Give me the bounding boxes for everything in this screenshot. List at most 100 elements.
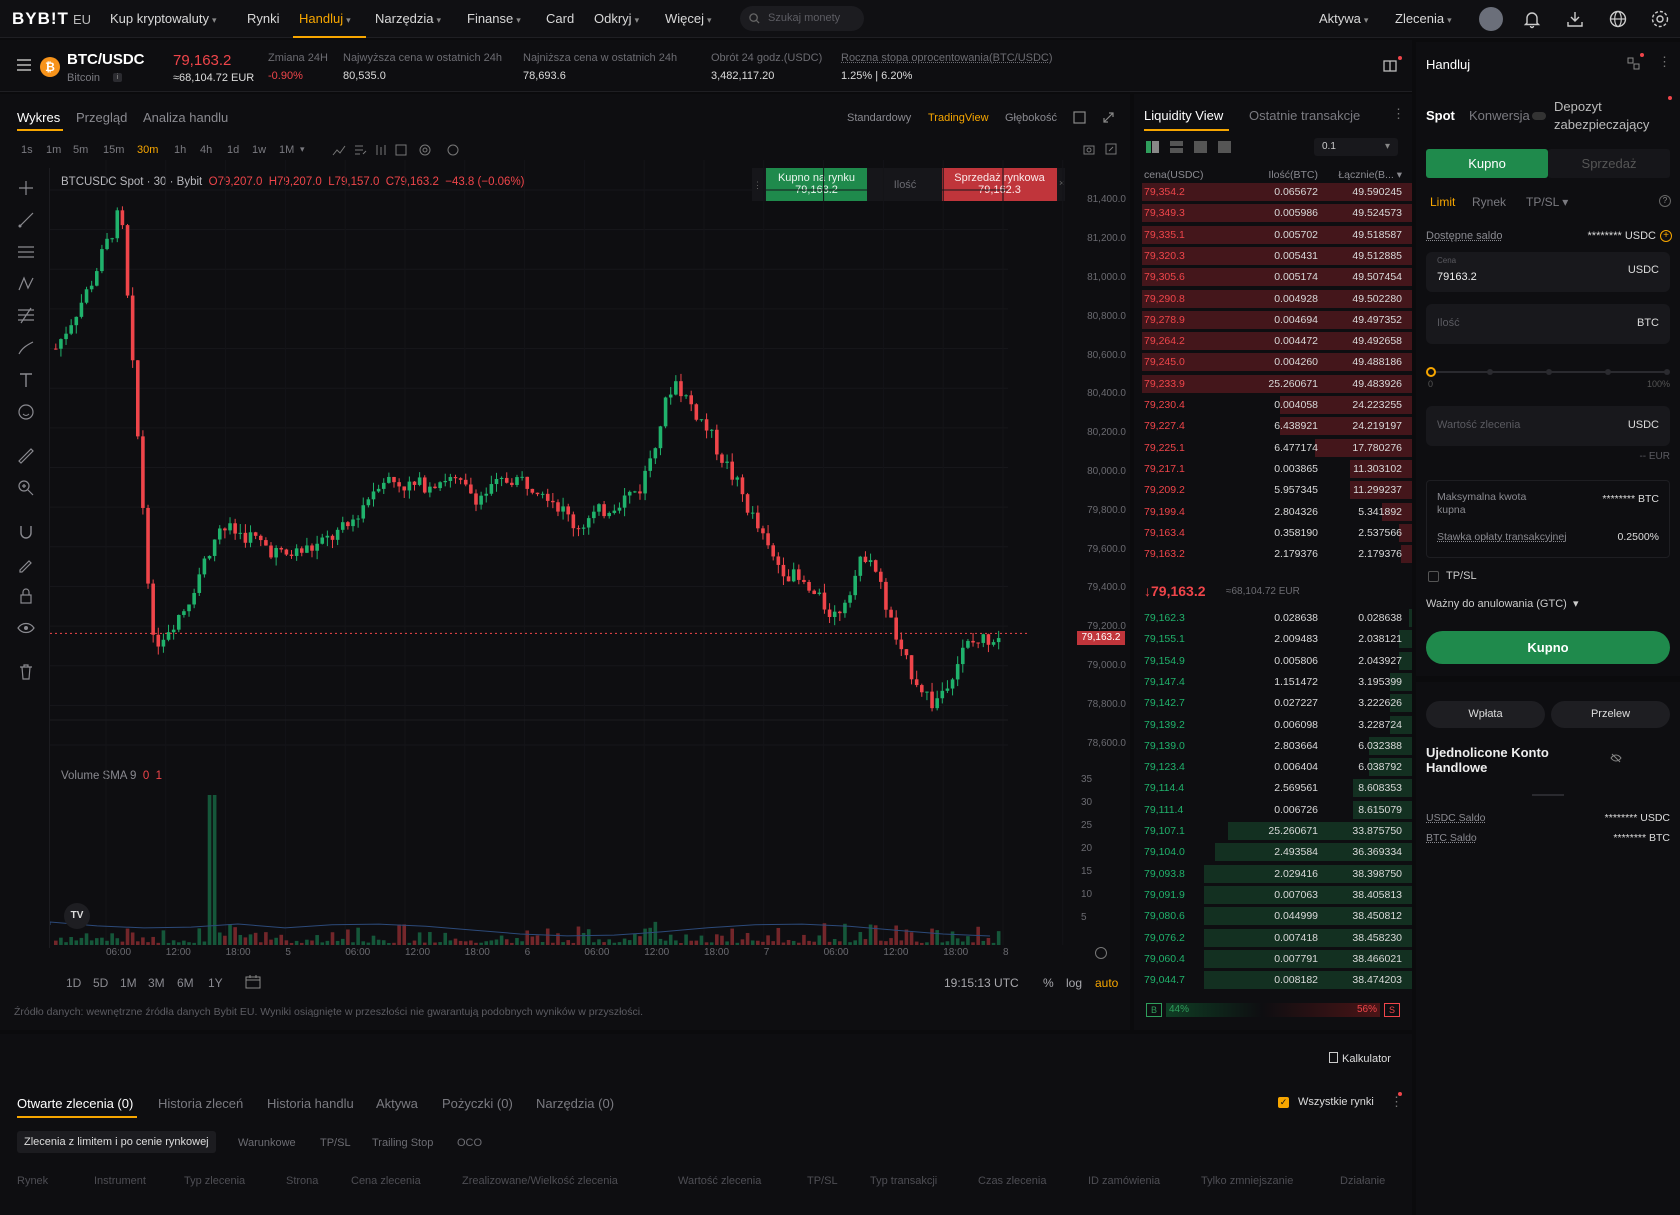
range-1m[interactable]: 1M (120, 976, 137, 990)
submit-buy-button[interactable]: Kupno (1426, 631, 1670, 664)
tpsl-checkbox[interactable] (1428, 571, 1439, 582)
quantity-input[interactable]: Ilość BTC (1426, 304, 1670, 344)
brush-icon[interactable] (16, 338, 36, 358)
timeframe-1h[interactable]: 1h (174, 144, 186, 156)
bid-row[interactable]: 79,155.1 2.009483 2.038121 (1134, 629, 1412, 649)
tab-order-history[interactable]: Historia zleceń (158, 1096, 243, 1111)
timeframe-1M[interactable]: 1M (279, 144, 294, 156)
tab-liquidity-view[interactable]: Liquidity View (1144, 108, 1223, 123)
fullscreen-icon[interactable] (1105, 143, 1117, 155)
view-tradingview[interactable]: TradingView (928, 112, 989, 124)
timeframe-4h[interactable]: 4h (200, 144, 212, 156)
nav-more[interactable]: Więcej ▾ (665, 11, 712, 26)
tab-open-orders[interactable]: Otwarte zlecenia (0) (17, 1096, 133, 1111)
bid-row[interactable]: 79,147.4 1.151472 3.195399 (1134, 672, 1412, 692)
ask-row[interactable]: 79,245.0 0.004260 49.488186 (1134, 352, 1412, 372)
view-standard[interactable]: Standardowy (847, 112, 911, 124)
bid-row[interactable]: 79,142.7 0.027227 3.222626 (1134, 693, 1412, 713)
tab-trade-analysis[interactable]: Analiza handlu (143, 110, 228, 125)
bybit-logo[interactable]: BYB!T EU (12, 9, 91, 29)
subtab-oco[interactable]: OCO (457, 1137, 482, 1149)
help-icon[interactable]: ? (1659, 195, 1671, 207)
timeframe-5m[interactable]: 5m (73, 144, 88, 156)
ask-row[interactable]: 79,278.9 0.004694 49.497352 (1134, 310, 1412, 330)
bid-row[interactable]: 79,154.9 0.005806 2.043927 (1134, 651, 1412, 671)
tab-spot[interactable]: Spot (1426, 108, 1455, 123)
conversion-toggle[interactable] (1532, 112, 1546, 120)
bid-row[interactable]: 79,044.7 0.008182 38.474203 (1134, 970, 1412, 990)
hide-balance-icon[interactable] (1610, 753, 1622, 763)
axis-settings-icon[interactable] (1095, 947, 1107, 959)
subtab-tpsl[interactable]: TP/SL (320, 1137, 351, 1149)
order-type-tpsl[interactable]: TP/SL ▾ (1526, 195, 1568, 209)
bid-row[interactable]: 79,139.0 2.803664 6.032388 (1134, 736, 1412, 756)
tab-trade-history[interactable]: Historia handlu (267, 1096, 354, 1111)
pair-name[interactable]: BTC/USDC (67, 51, 145, 68)
log-scale-toggle[interactable]: log (1066, 976, 1082, 990)
ask-row[interactable]: 79,349.3 0.005986 49.524573 (1134, 203, 1412, 223)
price-input[interactable]: Cena 79163.2 USDC (1426, 252, 1670, 292)
ask-row[interactable]: 79,199.4 2.804326 5.341892 (1134, 502, 1412, 522)
bid-row[interactable]: 79,123.4 0.006404 6.038792 (1134, 757, 1412, 777)
tab-tools[interactable]: Narzędzia (0) (536, 1096, 614, 1111)
timeframe-1d[interactable]: 1d (227, 144, 239, 156)
layout-icon[interactable] (1383, 59, 1397, 73)
chart-toolbar-icons[interactable] (332, 143, 462, 157)
order-type-limit[interactable]: Limit (1430, 195, 1455, 209)
ask-row[interactable]: 79,163.2 2.179376 2.179376 (1134, 544, 1412, 564)
ruler-icon[interactable] (16, 446, 36, 466)
lock-icon[interactable] (16, 586, 36, 606)
fibonacci-icon[interactable] (16, 306, 36, 326)
time-in-force-select[interactable]: Ważny do anulowania (GTC) ▾ (1426, 597, 1578, 610)
bid-row[interactable]: 79,162.3 0.028638 0.028638 (1134, 608, 1412, 628)
calendar-range-icon[interactable] (245, 975, 261, 989)
settings-icon[interactable] (1650, 9, 1670, 29)
nav-discover[interactable]: Odkryj ▾ (594, 11, 639, 26)
quantity-slider[interactable]: 0 100% (1426, 367, 1670, 393)
ask-row[interactable]: 79,290.8 0.004928 49.502280 (1134, 289, 1412, 309)
apr-label[interactable]: Roczna stopa oprocentowania(BTC/USDC) (841, 52, 1053, 64)
subtab-conditional[interactable]: Warunkowe (238, 1137, 296, 1149)
deposit-button[interactable]: Wpłata (1426, 701, 1545, 728)
order-value-input[interactable]: Wartość zlecenia USDC (1426, 406, 1670, 446)
ask-row[interactable]: 79,230.4 0.004058 24.223255 (1134, 395, 1412, 415)
crosshair-icon[interactable] (16, 178, 36, 198)
tab-loans[interactable]: Pożyczki (0) (442, 1096, 513, 1111)
globe-icon[interactable] (1608, 9, 1628, 29)
nav-buy-crypto[interactable]: Kup kryptowaluty ▾ (110, 11, 217, 26)
more-icon[interactable]: ⋮ (1658, 54, 1671, 70)
trash-icon[interactable] (16, 662, 36, 682)
search-input[interactable]: Szukaj monety (740, 6, 864, 31)
ask-row[interactable]: 79,225.1 6.477174 17.780276 (1134, 438, 1412, 458)
ask-row[interactable]: 79,305.6 0.005174 49.507454 (1134, 267, 1412, 287)
horizontal-lines-icon[interactable] (16, 242, 36, 262)
menu-icon[interactable] (17, 59, 31, 71)
timeframe-30m[interactable]: 30m (137, 144, 158, 156)
range-3m[interactable]: 3M (148, 976, 165, 990)
subtab-trailing-stop[interactable]: Trailing Stop (372, 1137, 433, 1149)
side-sell-button[interactable]: Sprzedaż (1548, 149, 1670, 178)
expand-icon[interactable] (1102, 111, 1115, 124)
add-funds-icon[interactable]: + (1660, 230, 1672, 242)
pattern-icon[interactable] (16, 274, 36, 294)
timeframe-1s[interactable]: 1s (21, 144, 33, 156)
tab-assets[interactable]: Aktywa (376, 1096, 418, 1111)
bid-row[interactable]: 79,060.4 0.007791 38.466021 (1134, 949, 1412, 969)
nav-finance[interactable]: Finanse ▾ (467, 11, 521, 26)
camera-icon[interactable] (1083, 143, 1095, 155)
slider-handle[interactable] (1426, 367, 1436, 377)
info-icon[interactable]: i (113, 73, 122, 82)
window-icon[interactable] (1073, 111, 1086, 124)
avatar[interactable] (1479, 7, 1503, 31)
nav-trade[interactable]: Handluj ▾ (299, 11, 351, 26)
all-markets-checkbox[interactable]: ✓ (1278, 1097, 1289, 1108)
tab-conversion[interactable]: Konwersja (1469, 108, 1530, 123)
range-5d[interactable]: 5D (93, 976, 108, 990)
timeframe-dropdown-icon[interactable]: ▾ (300, 144, 305, 155)
fee-rate-label[interactable]: Stawka opłaty transakcyjnej (1437, 531, 1567, 543)
trade-layout-icon[interactable] (1627, 57, 1640, 70)
step-select[interactable]: 0.1 ▾ (1314, 138, 1398, 156)
bid-row[interactable]: 79,114.4 2.569561 8.608353 (1134, 778, 1412, 798)
subtab-limit-market[interactable]: Zlecenia z limitem i po cenie rynkowej (17, 1131, 216, 1153)
order-type-market[interactable]: Rynek (1472, 195, 1506, 209)
